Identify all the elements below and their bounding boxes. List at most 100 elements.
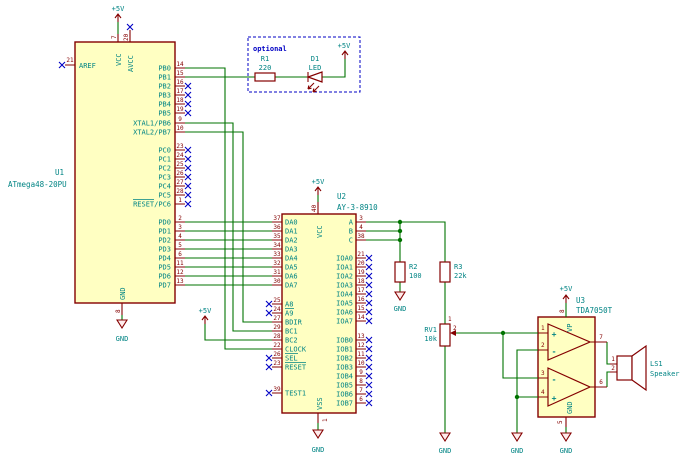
- pin-number: 9: [359, 369, 363, 376]
- pin-name: IOB1: [336, 346, 353, 354]
- plus5v-label: +5V: [560, 285, 573, 293]
- gnd-label: GND: [511, 447, 524, 455]
- opamp-minus-sign: -: [552, 375, 557, 384]
- pin-name: IOB6: [336, 391, 353, 399]
- pin-name: IOB2: [336, 355, 353, 363]
- pin-name: PB0: [158, 65, 171, 73]
- pin-name: PC0: [158, 147, 171, 155]
- pin-name: IOA1: [336, 264, 353, 272]
- u1-ref: U1: [55, 168, 64, 177]
- pin-number: 20: [123, 33, 130, 41]
- pin-name: C: [349, 237, 353, 245]
- pin-number: 19: [176, 106, 184, 113]
- pin-name: IOB3: [336, 364, 353, 372]
- pin-name: VP: [566, 324, 574, 332]
- pin-number: 4: [541, 389, 545, 396]
- gnd-label: GND: [394, 305, 407, 313]
- pin-name: PC2: [158, 165, 171, 173]
- pin-name: PD2: [158, 237, 171, 245]
- optional-label: optional: [253, 45, 287, 53]
- pin-number: 1: [178, 197, 182, 204]
- pin-number: 14: [357, 314, 365, 321]
- pin-number: 2: [611, 365, 615, 372]
- pin-name: PC4: [158, 183, 171, 191]
- speaker-body: [617, 356, 632, 380]
- pin-number: 5: [178, 242, 182, 249]
- pin-number: 35: [273, 233, 281, 240]
- pin-number: 14: [176, 61, 184, 68]
- pin-number: 22: [273, 342, 281, 349]
- pin-name: A9: [285, 310, 293, 318]
- pin-name: IOA5: [336, 300, 353, 308]
- pin-name: IOA2: [336, 273, 353, 281]
- u3-ref: U3: [576, 296, 585, 305]
- pin-number: 19: [357, 269, 365, 276]
- pin-name: XTAL1/PB6: [133, 120, 171, 128]
- pin-name: BDIR: [285, 319, 303, 327]
- pin-number: 28: [273, 333, 281, 340]
- pin-name: VCC: [316, 225, 324, 238]
- pin-name: GND: [119, 287, 127, 300]
- pin-number: 30: [273, 278, 281, 285]
- opamp-minus-sign: -: [552, 347, 557, 356]
- pin-number: 2: [453, 325, 457, 332]
- pin-name: PD6: [158, 273, 171, 281]
- pin-number: 27: [273, 315, 281, 322]
- pin-name: A8: [285, 301, 293, 309]
- plus5v-label: +5V: [312, 178, 325, 186]
- pin-name: RESET: [285, 364, 307, 372]
- u3-value: TDA7050T: [576, 306, 613, 315]
- gnd-label: GND: [439, 447, 452, 455]
- pin-name: VCC: [115, 53, 123, 66]
- u1-value: ATmega48-20PU: [8, 180, 67, 189]
- pin-number: 31: [273, 269, 281, 276]
- r2-body: [395, 262, 405, 282]
- r3-value: 22k: [454, 272, 467, 280]
- pin-name: CLOCK: [285, 346, 307, 354]
- pin-number: 37: [273, 215, 281, 222]
- pin-number: 17: [176, 88, 184, 95]
- pin-number: 3: [178, 224, 182, 231]
- pin-number: 7: [111, 35, 118, 39]
- pin-name: PB3: [158, 92, 171, 100]
- opamp-plus-sign: +: [552, 394, 557, 403]
- pin-name: DA0: [285, 219, 298, 227]
- pin-name: AREF: [79, 62, 96, 70]
- d1-ref: D1: [311, 55, 319, 63]
- pin-number: 36: [273, 224, 281, 231]
- pin-number: 26: [273, 351, 281, 358]
- pin-name: IOA6: [336, 309, 353, 317]
- pin-number: 10: [357, 360, 365, 367]
- pin-number: 40: [311, 204, 318, 212]
- pin-number: 4: [178, 233, 182, 240]
- pin-name: DA1: [285, 228, 298, 236]
- rv1-body: [440, 324, 450, 346]
- pin-number: 5: [557, 420, 564, 424]
- gnd-label: GND: [312, 446, 325, 454]
- pin-name: IOA3: [336, 282, 353, 290]
- r1-ref: R1: [261, 55, 269, 63]
- plus5v-label: +5V: [199, 307, 212, 315]
- pin-name: XTAL2/PB7: [133, 129, 171, 137]
- pin-name: GND: [566, 401, 574, 414]
- pin-number: 20: [357, 260, 365, 267]
- pin-number: 27: [176, 179, 184, 186]
- pin-number: 7: [359, 387, 363, 394]
- pin-name: SEL: [285, 355, 298, 363]
- pin-number: 9: [178, 116, 182, 123]
- pin-name: IOA0: [336, 255, 353, 263]
- pin-number: 8: [559, 309, 566, 313]
- junction-dot: [398, 229, 402, 233]
- pin-name: PC3: [158, 174, 171, 182]
- pin-name: IOB0: [336, 337, 353, 345]
- pin-number: 24: [176, 152, 184, 159]
- pin-number: 39: [273, 386, 281, 393]
- r2-value: 100: [409, 272, 422, 280]
- pin-number: 28: [176, 188, 184, 195]
- pin-number: 1: [448, 316, 452, 323]
- pin-number: 4: [359, 224, 363, 231]
- pin-number: 6: [178, 251, 182, 258]
- r1-value: 220: [259, 64, 272, 72]
- ls1-value: Speaker: [650, 370, 680, 378]
- pin-number: 11: [357, 351, 365, 358]
